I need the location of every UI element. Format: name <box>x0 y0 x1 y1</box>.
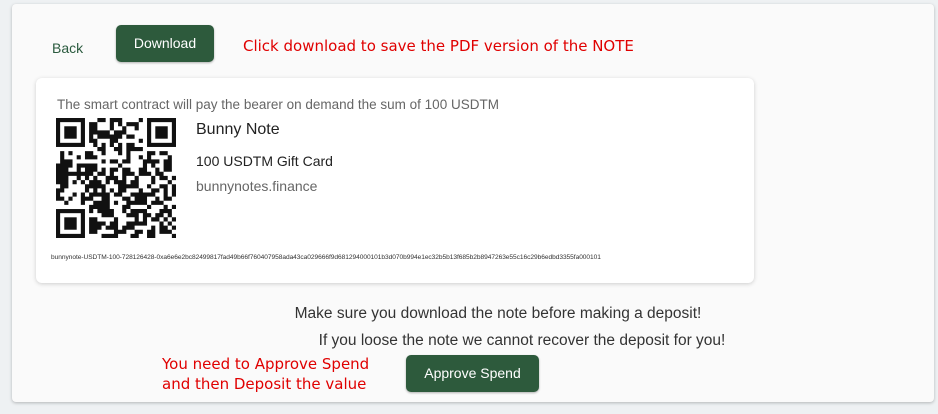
note-card: The smart contract will pay the bearer o… <box>36 78 754 283</box>
warning-download-text: Make sure you download the note before m… <box>294 305 702 322</box>
approve-spend-button[interactable]: Approve Spend <box>406 355 539 392</box>
approve-hint: You need to Approve Spend and then Depos… <box>162 354 369 394</box>
approve-hint-line2: and then Deposit the value <box>162 375 367 393</box>
note-panel: Back Download Click download to save the… <box>12 4 934 402</box>
download-hint: Click download to save the PDF version o… <box>243 37 634 55</box>
note-string: bunnynote-USDTM-100-728126428-0xa6e6e2bc… <box>51 254 601 261</box>
note-site: bunnynotes.finance <box>196 178 318 194</box>
back-button[interactable]: Back <box>52 34 83 62</box>
bearer-text: The smart contract will pay the bearer o… <box>57 97 499 112</box>
warning-recover-text: If you loose the note we cannot recover … <box>318 332 726 349</box>
note-title: Bunny Note <box>196 121 280 138</box>
warning-recover: If you loose the note we cannot recover … <box>12 332 934 350</box>
note-subtitle: 100 USDTM Gift Card <box>196 153 333 169</box>
approve-hint-line1: You need to Approve Spend <box>162 355 370 373</box>
download-button[interactable]: Download <box>116 25 214 62</box>
qr-code-icon <box>56 118 176 238</box>
warning-download: Make sure you download the note before m… <box>12 305 934 323</box>
